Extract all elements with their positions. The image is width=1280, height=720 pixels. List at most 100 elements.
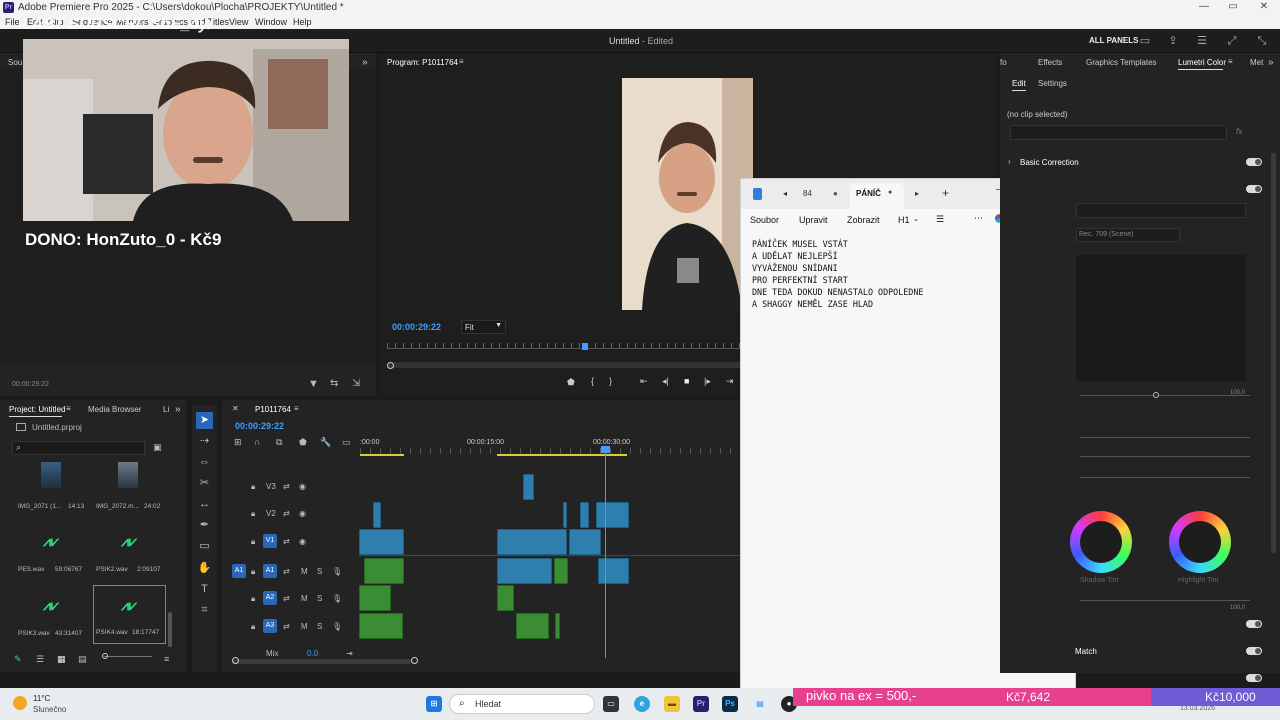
- eye-icon[interactable]: ◉: [299, 509, 306, 518]
- track-select-tool-icon[interactable]: ⇢: [196, 433, 213, 450]
- video-clip[interactable]: [497, 529, 567, 555]
- sharpen-slider[interactable]: [1080, 456, 1250, 457]
- tab-scroll-left-icon[interactable]: ◂: [783, 189, 787, 198]
- audio-clip[interactable]: [554, 558, 568, 584]
- edge-icon[interactable]: e: [634, 696, 650, 712]
- video-clip[interactable]: [373, 502, 381, 528]
- more-options-icon[interactable]: ⋯: [974, 213, 983, 224]
- notepad-menu-edit[interactable]: Upravit: [799, 215, 828, 225]
- timeline-playhead[interactable]: [605, 448, 606, 658]
- program-playhead[interactable]: [582, 343, 588, 350]
- go-to-in-icon[interactable]: ⇤: [640, 376, 648, 387]
- video-clip[interactable]: [359, 529, 404, 555]
- audio-clip[interactable]: [516, 613, 549, 639]
- project-item-selected[interactable]: ⩘⩗ PSIK4.wav 18:17747: [93, 585, 166, 644]
- project-item[interactable]: IMG_2072.m... 24:02: [94, 458, 176, 516]
- lock-icon[interactable]: 🔒︎: [251, 482, 255, 492]
- sync-icon[interactable]: ⇄: [283, 482, 290, 491]
- list-view-icon[interactable]: ☰: [36, 654, 44, 665]
- icon-view-icon[interactable]: ▦: [57, 654, 66, 665]
- scroll-start-handle[interactable]: [232, 657, 239, 664]
- marker-icon[interactable]: ⬟: [567, 377, 575, 388]
- timeline-scrollbar[interactable]: [232, 659, 412, 664]
- track-label-v2[interactable]: V2: [266, 509, 276, 518]
- rectangle-tool-icon[interactable]: ▭: [196, 538, 213, 555]
- ripple-edit-tool-icon[interactable]: ⇔: [196, 454, 213, 471]
- program-monitor-title[interactable]: Program: P1011764: [387, 58, 458, 67]
- temperature[interactable]: 11°C: [33, 694, 50, 703]
- project-item[interactable]: ⩘⩗ PSIK2.wav 2:09107: [94, 522, 176, 580]
- expand-icon[interactable]: ⤡: [1255, 34, 1269, 48]
- tint-balance-slider[interactable]: [1080, 600, 1250, 601]
- insert-icon[interactable]: ⇆: [330, 378, 338, 389]
- go-to-out-icon[interactable]: ⇥: [726, 376, 734, 387]
- lumetri-scrollbar[interactable]: [1271, 153, 1276, 553]
- sequence-tab[interactable]: P1011764: [255, 405, 291, 414]
- program-ruler[interactable]: [387, 343, 742, 349]
- scroll-end-handle[interactable]: [411, 657, 418, 664]
- pencil-icon[interactable]: ✎: [14, 654, 22, 665]
- project-search-input[interactable]: ⌕: [12, 441, 145, 455]
- tab-lumetri-color[interactable]: Lumetri Color: [1178, 58, 1226, 67]
- panel-overflow-icon[interactable]: »: [362, 57, 368, 68]
- task-view-icon[interactable]: ▭: [603, 696, 619, 712]
- creative-toggle[interactable]: [1246, 185, 1262, 193]
- clip-select[interactable]: [1010, 125, 1227, 140]
- project-scrollbar[interactable]: [168, 612, 172, 647]
- subtab-edit[interactable]: Edit: [1012, 79, 1026, 88]
- audio-clip[interactable]: [364, 558, 404, 584]
- fullscreen-icon[interactable]: ⤢: [1225, 34, 1239, 48]
- settings-icon[interactable]: ☰: [1195, 34, 1209, 48]
- step-back-icon[interactable]: ◂|: [662, 376, 669, 387]
- mix-value[interactable]: 0.0: [307, 649, 318, 658]
- sync-icon[interactable]: ⇄: [283, 622, 290, 631]
- mic-icon[interactable]: 🎙︎: [332, 567, 342, 576]
- timeline-timecode[interactable]: 00:00:29:22: [235, 421, 284, 431]
- match-label[interactable]: Match: [1075, 647, 1097, 656]
- tab-graphics-templates[interactable]: Graphics Templates: [1086, 58, 1157, 67]
- sequence-menu-icon[interactable]: ≡: [294, 404, 299, 413]
- lock-icon[interactable]: 🔒︎: [251, 537, 255, 547]
- lock-icon[interactable]: 🔒︎: [251, 594, 255, 604]
- razor-tool-icon[interactable]: ✂: [196, 475, 213, 492]
- tab-panic[interactable]: PÁNÍČ ●: [850, 183, 904, 209]
- color-space-select[interactable]: Rec. 709 (Scene): [1076, 228, 1180, 242]
- mark-in-icon[interactable]: {: [591, 376, 594, 386]
- intensity-slider-handle[interactable]: [1153, 392, 1159, 398]
- windows-start-icon[interactable]: ⊞: [426, 696, 442, 712]
- notepad-menu-file[interactable]: Soubor: [750, 215, 779, 225]
- taskbar-search-input[interactable]: ⌕ Hledat: [449, 694, 595, 714]
- zoom-slider-handle[interactable]: [102, 653, 108, 659]
- mic-icon[interactable]: 🎙︎: [332, 594, 342, 603]
- audio-clip[interactable]: [497, 585, 514, 611]
- new-tab-button[interactable]: +: [942, 186, 949, 200]
- audio-clip[interactable]: [555, 613, 560, 639]
- tab-84[interactable]: 84: [803, 189, 812, 198]
- highlight-tint-wheel[interactable]: [1169, 511, 1231, 573]
- video-clip[interactable]: [580, 502, 589, 528]
- tab-effects[interactable]: Effects: [1038, 58, 1062, 67]
- lock-icon[interactable]: 🔒︎: [251, 509, 255, 519]
- sync-icon[interactable]: ⇄: [283, 537, 290, 546]
- project-item[interactable]: IMG_2071 (1... 14:13: [12, 458, 90, 516]
- close-window-button[interactable]: ✕: [1250, 0, 1278, 15]
- audio-clip[interactable]: [497, 558, 552, 584]
- menu-file[interactable]: File: [5, 17, 20, 27]
- lumetri-menu-icon[interactable]: ≡: [1228, 57, 1233, 66]
- media-browser-tab[interactable]: Media Browser: [88, 405, 141, 414]
- new-bin-icon[interactable]: ▣: [153, 442, 162, 453]
- pen-tool-icon[interactable]: ✒: [196, 517, 213, 534]
- maximize-button[interactable]: ▭: [1219, 0, 1247, 15]
- mic-icon[interactable]: 🎙︎: [332, 622, 342, 631]
- eye-icon[interactable]: ◉: [299, 537, 306, 546]
- source-tab[interactable]: Sou: [8, 58, 22, 67]
- mark-out-icon[interactable]: }: [609, 376, 612, 386]
- freeform-view-icon[interactable]: ▤: [78, 654, 87, 665]
- notepad-text-area[interactable]: PÁNÍČEK MUSEL VSTÁT A UDĚLAT NEJLEPŠÍ VY…: [752, 238, 923, 310]
- heading-dropdown[interactable]: H1: [898, 215, 910, 225]
- hsl-toggle[interactable]: [1246, 674, 1262, 682]
- minimize-button[interactable]: —: [1190, 0, 1218, 15]
- zoom-slider[interactable]: [104, 656, 152, 657]
- slip-tool-icon[interactable]: ↔: [196, 496, 213, 513]
- solo-button[interactable]: S: [317, 622, 322, 631]
